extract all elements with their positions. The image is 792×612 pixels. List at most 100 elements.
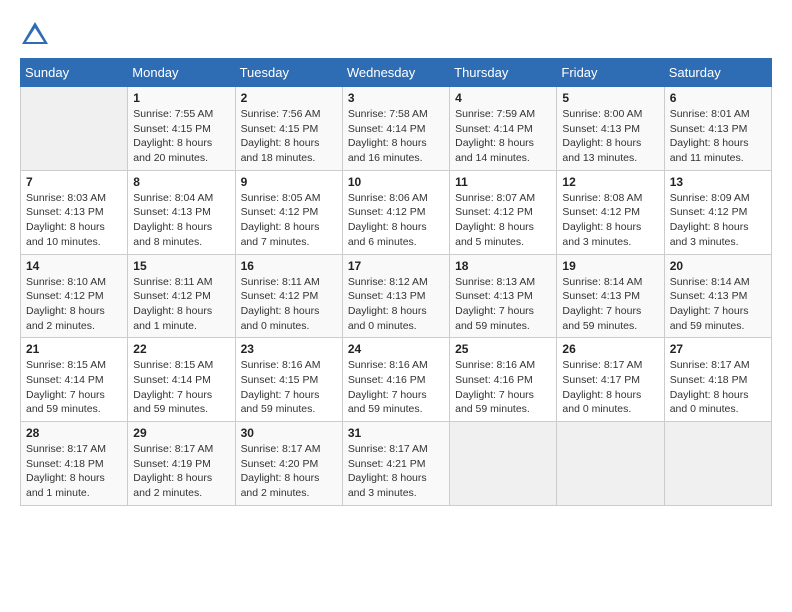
page-header	[20, 20, 772, 48]
calendar-cell: 28Sunrise: 8:17 AM Sunset: 4:18 PM Dayli…	[21, 422, 128, 506]
weekday-header: Wednesday	[342, 59, 449, 87]
calendar-cell: 3 Sunrise: 7:58 AM Sunset: 4:14 PM Daylig…	[342, 87, 449, 171]
day-info: Sunrise: 8:15 AM Sunset: 4:14 PM Dayligh…	[26, 358, 122, 417]
calendar-week-row: 14Sunrise: 8:10 AM Sunset: 4:12 PM Dayli…	[21, 254, 772, 338]
calendar-cell: 5Sunrise: 8:00 AM Sunset: 4:13 PM Daylig…	[557, 87, 664, 171]
day-info: Sunrise: 8:13 AM Sunset: 4:13 PM Dayligh…	[455, 275, 551, 334]
day-info: Sunrise: 8:08 AM Sunset: 4:12 PM Dayligh…	[562, 191, 658, 250]
calendar-body: 1Sunrise: 7:55 AM Sunset: 4:15 PM Daylig…	[21, 87, 772, 506]
day-number: 12	[562, 175, 658, 189]
weekday-header: Sunday	[21, 59, 128, 87]
day-number: 15	[133, 259, 229, 273]
calendar-cell: 31 Sunrise: 8:17 AM Sunset: 4:21 PM Dayli…	[342, 422, 449, 506]
day-number: 27	[670, 342, 766, 356]
day-info: Sunrise: 8:16 AM Sunset: 4:15 PM Dayligh…	[241, 358, 337, 417]
weekday-header: Monday	[128, 59, 235, 87]
day-number: 22	[133, 342, 229, 356]
day-info: Sunrise: 8:12 AM Sunset: 4:13 PM Dayligh…	[348, 275, 444, 334]
calendar-cell: 14Sunrise: 8:10 AM Sunset: 4:12 PM Dayli…	[21, 254, 128, 338]
calendar-cell: 13 Sunrise: 8:09 AM Sunset: 4:12 PM Dayli…	[664, 170, 771, 254]
calendar-cell: 16 Sunrise: 8:11 AM Sunset: 4:12 PM Dayli…	[235, 254, 342, 338]
calendar-cell	[664, 422, 771, 506]
weekday-header: Saturday	[664, 59, 771, 87]
calendar-cell: 20 Sunrise: 8:14 AM Sunset: 4:13 PM Dayli…	[664, 254, 771, 338]
calendar-cell: 25 Sunrise: 8:16 AM Sunset: 4:16 PM Dayli…	[450, 338, 557, 422]
day-number: 17	[348, 259, 444, 273]
day-number: 13	[670, 175, 766, 189]
day-info: Sunrise: 8:15 AM Sunset: 4:14 PM Dayligh…	[133, 358, 229, 417]
day-info: Sunrise: 8:14 AM Sunset: 4:13 PM Dayligh…	[670, 275, 766, 334]
calendar-cell: 2 Sunrise: 7:56 AM Sunset: 4:15 PM Daylig…	[235, 87, 342, 171]
calendar-cell: 26 Sunrise: 8:17 AM Sunset: 4:17 PM Dayli…	[557, 338, 664, 422]
calendar-cell: 24 Sunrise: 8:16 AM Sunset: 4:16 PM Dayli…	[342, 338, 449, 422]
calendar-cell: 10 Sunrise: 8:06 AM Sunset: 4:12 PM Dayli…	[342, 170, 449, 254]
day-info: Sunrise: 8:17 AM Sunset: 4:17 PM Dayligh…	[562, 358, 658, 417]
calendar-cell: 30 Sunrise: 8:17 AM Sunset: 4:20 PM Dayli…	[235, 422, 342, 506]
day-number: 24	[348, 342, 444, 356]
day-info: Sunrise: 8:06 AM Sunset: 4:12 PM Dayligh…	[348, 191, 444, 250]
calendar-week-row: 28Sunrise: 8:17 AM Sunset: 4:18 PM Dayli…	[21, 422, 772, 506]
day-info: Sunrise: 8:00 AM Sunset: 4:13 PM Dayligh…	[562, 107, 658, 166]
day-number: 30	[241, 426, 337, 440]
day-number: 19	[562, 259, 658, 273]
day-number: 10	[348, 175, 444, 189]
calendar-cell: 23 Sunrise: 8:16 AM Sunset: 4:15 PM Dayli…	[235, 338, 342, 422]
day-number: 2	[241, 91, 337, 105]
calendar-cell: 9Sunrise: 8:05 AM Sunset: 4:12 PM Daylig…	[235, 170, 342, 254]
calendar-cell: 19 Sunrise: 8:14 AM Sunset: 4:13 PM Dayli…	[557, 254, 664, 338]
day-info: Sunrise: 8:07 AM Sunset: 4:12 PM Dayligh…	[455, 191, 551, 250]
day-number: 16	[241, 259, 337, 273]
day-info: Sunrise: 7:56 AM Sunset: 4:15 PM Dayligh…	[241, 107, 337, 166]
day-number: 31	[348, 426, 444, 440]
day-number: 21	[26, 342, 122, 356]
weekday-header: Tuesday	[235, 59, 342, 87]
day-number: 18	[455, 259, 551, 273]
day-info: Sunrise: 8:16 AM Sunset: 4:16 PM Dayligh…	[348, 358, 444, 417]
day-number: 25	[455, 342, 551, 356]
day-info: Sunrise: 8:11 AM Sunset: 4:12 PM Dayligh…	[133, 275, 229, 334]
day-number: 8	[133, 175, 229, 189]
calendar-cell: 18 Sunrise: 8:13 AM Sunset: 4:13 PM Dayli…	[450, 254, 557, 338]
day-number: 3	[348, 91, 444, 105]
calendar-cell: 1Sunrise: 7:55 AM Sunset: 4:15 PM Daylig…	[128, 87, 235, 171]
day-number: 23	[241, 342, 337, 356]
day-info: Sunrise: 8:11 AM Sunset: 4:12 PM Dayligh…	[241, 275, 337, 334]
day-info: Sunrise: 7:58 AM Sunset: 4:14 PM Dayligh…	[348, 107, 444, 166]
calendar-cell: 22 Sunrise: 8:15 AM Sunset: 4:14 PM Dayli…	[128, 338, 235, 422]
day-info: Sunrise: 8:03 AM Sunset: 4:13 PM Dayligh…	[26, 191, 122, 250]
day-number: 29	[133, 426, 229, 440]
day-info: Sunrise: 8:14 AM Sunset: 4:13 PM Dayligh…	[562, 275, 658, 334]
day-number: 14	[26, 259, 122, 273]
calendar-cell: 15 Sunrise: 8:11 AM Sunset: 4:12 PM Dayli…	[128, 254, 235, 338]
day-info: Sunrise: 8:16 AM Sunset: 4:16 PM Dayligh…	[455, 358, 551, 417]
day-info: Sunrise: 8:17 AM Sunset: 4:21 PM Dayligh…	[348, 442, 444, 501]
day-number: 6	[670, 91, 766, 105]
calendar-cell: 4Sunrise: 7:59 AM Sunset: 4:14 PM Daylig…	[450, 87, 557, 171]
day-info: Sunrise: 8:17 AM Sunset: 4:19 PM Dayligh…	[133, 442, 229, 501]
calendar-week-row: 1Sunrise: 7:55 AM Sunset: 4:15 PM Daylig…	[21, 87, 772, 171]
calendar-week-row: 21 Sunrise: 8:15 AM Sunset: 4:14 PM Dayli…	[21, 338, 772, 422]
day-number: 28	[26, 426, 122, 440]
calendar-week-row: 7 Sunrise: 8:03 AM Sunset: 4:13 PM Daylig…	[21, 170, 772, 254]
calendar-cell	[450, 422, 557, 506]
day-number: 20	[670, 259, 766, 273]
day-number: 1	[133, 91, 229, 105]
day-info: Sunrise: 8:09 AM Sunset: 4:12 PM Dayligh…	[670, 191, 766, 250]
calendar-cell: 7 Sunrise: 8:03 AM Sunset: 4:13 PM Daylig…	[21, 170, 128, 254]
day-number: 9	[241, 175, 337, 189]
day-info: Sunrise: 8:04 AM Sunset: 4:13 PM Dayligh…	[133, 191, 229, 250]
day-info: Sunrise: 8:01 AM Sunset: 4:13 PM Dayligh…	[670, 107, 766, 166]
calendar-cell	[21, 87, 128, 171]
calendar-cell: 17 Sunrise: 8:12 AM Sunset: 4:13 PM Dayli…	[342, 254, 449, 338]
weekday-header: Thursday	[450, 59, 557, 87]
calendar-header: SundayMondayTuesdayWednesdayThursdayFrid…	[21, 59, 772, 87]
day-info: Sunrise: 7:59 AM Sunset: 4:14 PM Dayligh…	[455, 107, 551, 166]
day-number: 7	[26, 175, 122, 189]
calendar-cell: 27 Sunrise: 8:17 AM Sunset: 4:18 PM Dayli…	[664, 338, 771, 422]
calendar-cell: 21 Sunrise: 8:15 AM Sunset: 4:14 PM Dayli…	[21, 338, 128, 422]
logo	[20, 20, 54, 48]
day-number: 11	[455, 175, 551, 189]
day-number: 26	[562, 342, 658, 356]
day-info: Sunrise: 8:17 AM Sunset: 4:18 PM Dayligh…	[670, 358, 766, 417]
day-info: Sunrise: 8:17 AM Sunset: 4:20 PM Dayligh…	[241, 442, 337, 501]
